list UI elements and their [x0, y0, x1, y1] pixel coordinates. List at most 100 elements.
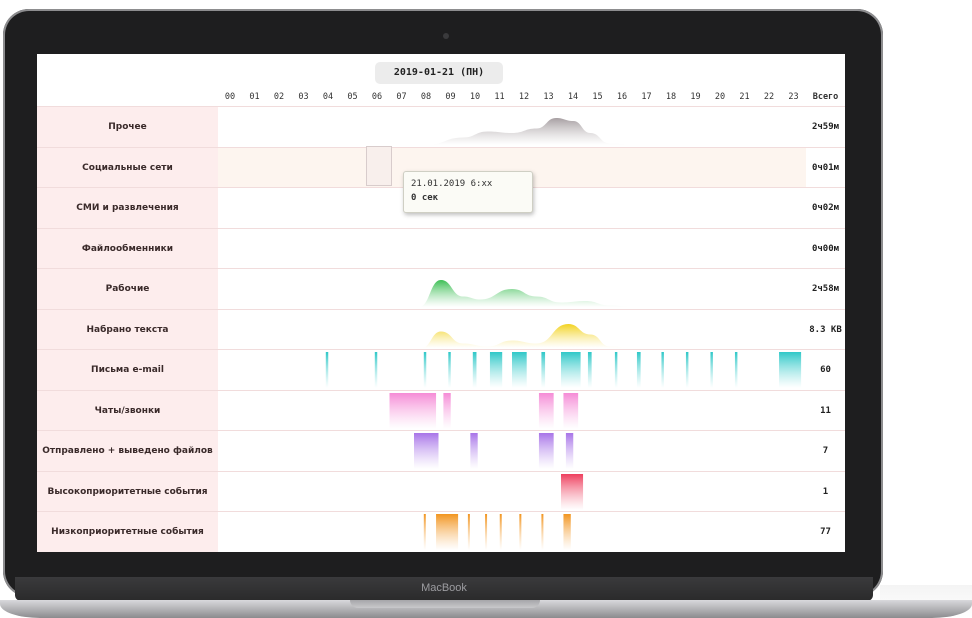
- activity-bar: [467, 514, 470, 550]
- hour-label: 04: [322, 92, 334, 102]
- row-label: Отправлено + выведено файлов: [37, 431, 218, 471]
- activity-bar: [489, 352, 503, 388]
- row-total: 0ч02м: [811, 203, 840, 213]
- row-track[interactable]: [218, 269, 806, 309]
- row-total: 0ч01м: [811, 162, 840, 173]
- activity-bar: [565, 433, 574, 469]
- row-total: 11: [820, 405, 831, 416]
- row-track[interactable]: [218, 107, 806, 147]
- row-chart: [218, 229, 806, 269]
- hour-label: 07: [396, 92, 407, 102]
- brand-label: MacBook: [421, 582, 467, 594]
- hour-label: 02: [273, 92, 285, 102]
- row-chart: [389, 392, 579, 429]
- hour-header: 00 01 02 03 04 05 06 07 08 09 10 11 12 13 14 15 16 17 18 19…: [218, 88, 808, 108]
- row-label: Высокоприоритетные события: [37, 471, 218, 512]
- hour-label: 20: [714, 92, 726, 102]
- activity-bar: [443, 392, 451, 429]
- hour-label: 15: [592, 92, 603, 102]
- activity-bar: [423, 514, 426, 550]
- hour-label: 11: [494, 92, 505, 102]
- activity-row[interactable]: Файлообменники 0ч00м: [37, 227, 845, 269]
- activity-bar: [436, 514, 459, 550]
- hour-label: 16: [616, 92, 628, 102]
- activity-row[interactable]: Прочее 2ч59м: [37, 106, 845, 147]
- hour-label: 23: [788, 92, 799, 102]
- activity-bar: [541, 514, 544, 550]
- laptop-notch: [350, 600, 540, 608]
- row-chart: [414, 433, 574, 469]
- row-label: Набрано текста: [37, 309, 218, 350]
- row-track[interactable]: [218, 472, 806, 512]
- hour-label: 18: [665, 92, 677, 102]
- activity-row[interactable]: Низкоприоритетные события 77: [37, 511, 845, 552]
- hour-label: 05: [347, 92, 358, 102]
- hour-label: 14: [567, 92, 579, 102]
- hour-label: 12: [518, 92, 530, 102]
- row-track[interactable]: [218, 391, 806, 431]
- row-chart: [561, 473, 584, 510]
- row-chart: [218, 280, 806, 307]
- screen: 2019-01-21 (ПН) 00 01 02 03 04 05 06 07 08 09 10 11…: [37, 54, 845, 552]
- activity-row[interactable]: Набрано текста 8.3 KB: [37, 308, 845, 350]
- activity-bar: [561, 352, 581, 388]
- row-total: 7: [822, 446, 829, 456]
- activity-bar: [512, 352, 527, 388]
- hour-label: 10: [469, 92, 481, 102]
- row-chart: [423, 514, 571, 550]
- hour-label: 06: [371, 92, 383, 102]
- activity-row[interactable]: Отправлено + выведено файлов 7: [37, 430, 845, 471]
- activity-bar: [734, 352, 738, 388]
- row-track[interactable]: [218, 431, 806, 471]
- row-total: 1: [822, 486, 829, 497]
- row-track[interactable]: [218, 310, 806, 350]
- activity-curve: [218, 323, 806, 348]
- activity-bar: [485, 514, 488, 550]
- camera-icon: [443, 33, 449, 39]
- activity-bar: [499, 514, 502, 550]
- tooltip-value: 0 сек: [411, 193, 439, 203]
- hour-label: 22: [763, 92, 775, 102]
- hour-label: 00: [224, 92, 236, 102]
- activity-bar: [519, 514, 522, 550]
- activity-bar: [614, 352, 618, 388]
- activity-bar: [661, 352, 664, 388]
- activity-bar: [685, 352, 689, 388]
- tooltip: 21.01.2019 6:xx 0 сек: [403, 171, 533, 213]
- row-track[interactable]: [218, 512, 806, 552]
- row-label: Низкоприоритетные события: [37, 512, 218, 552]
- activity-bar: [470, 433, 478, 469]
- activity-bar: [587, 352, 592, 388]
- activity-row[interactable]: Высокоприоритетные события 1: [37, 470, 845, 512]
- activity-bar: [561, 473, 584, 510]
- row-total: 0ч00м: [811, 243, 840, 254]
- hour-label: 17: [641, 92, 652, 102]
- hour-label: 01: [249, 92, 260, 102]
- activity-row[interactable]: Письма e-mail 60: [37, 349, 845, 390]
- activity-bar: [389, 392, 437, 429]
- row-track[interactable]: [218, 229, 806, 269]
- activity-bar: [423, 352, 427, 388]
- row-total: 60: [820, 365, 831, 375]
- row-track[interactable]: [218, 350, 806, 390]
- activity-row[interactable]: Чаты/звонки 11: [37, 389, 845, 431]
- row-total: 2ч59м: [811, 122, 840, 132]
- row-chart: [218, 323, 806, 348]
- activity-row[interactable]: Рабочие 2ч58м: [37, 268, 845, 309]
- activity-bar: [563, 392, 579, 429]
- row-chart: [325, 352, 802, 388]
- activity-bar: [636, 352, 641, 388]
- row-chart: [218, 118, 806, 145]
- row-label: Файлообменники: [37, 228, 218, 269]
- activity-curve: [218, 118, 806, 145]
- hour-label: 03: [298, 92, 309, 102]
- activity-bar: [538, 392, 554, 429]
- activity-curve: [218, 280, 806, 307]
- row-label: Прочее: [37, 107, 218, 147]
- row-label: Чаты/звонки: [37, 390, 218, 431]
- date-selector[interactable]: 2019-01-21 (ПН): [375, 62, 503, 84]
- activity-bar: [414, 433, 439, 469]
- activity-bar: [541, 352, 546, 388]
- activity-bar: [325, 352, 329, 388]
- activity-bar: [472, 352, 477, 388]
